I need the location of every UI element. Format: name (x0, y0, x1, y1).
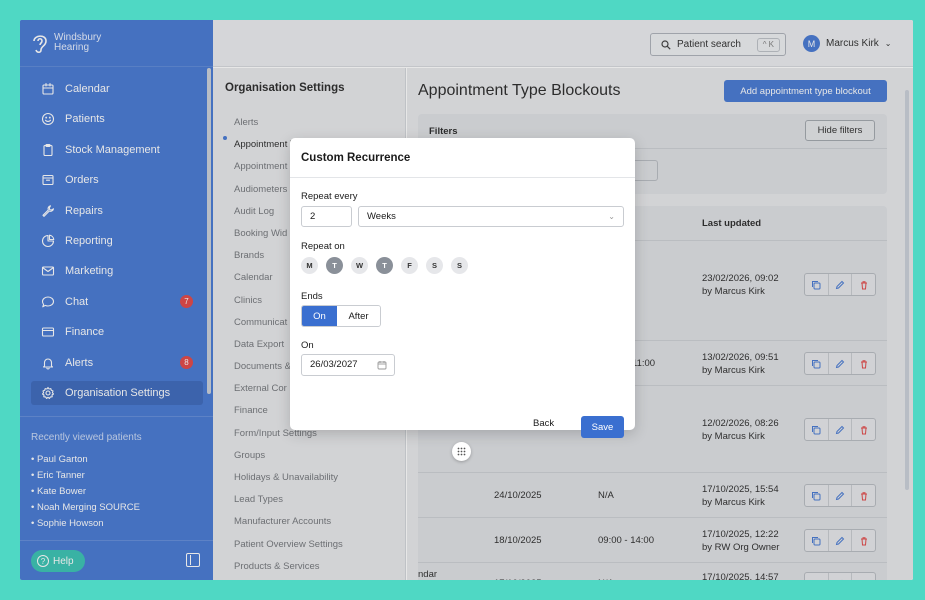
repeat-unit-value: Weeks (367, 211, 396, 222)
repeat-unit-select[interactable]: Weeks ⌄ (358, 206, 624, 227)
weekday-picker: MTWTFSS (301, 257, 476, 274)
divider (290, 177, 635, 178)
weekday-toggle[interactable]: S (426, 257, 443, 274)
chevron-down-icon: ⌄ (608, 212, 615, 221)
dialog-title: Custom Recurrence (301, 152, 411, 164)
custom-recurrence-dialog: Custom Recurrence Repeat every 2 Weeks ⌄… (290, 138, 635, 438)
on-date-label: On (301, 340, 314, 351)
weekday-toggle[interactable]: W (351, 257, 368, 274)
repeat-every-input[interactable]: 2 (301, 206, 352, 227)
weekday-toggle[interactable]: F (401, 257, 418, 274)
weekday-toggle[interactable]: M (301, 257, 318, 274)
weekday-toggle[interactable]: T (376, 257, 393, 274)
weekday-toggle[interactable]: T (326, 257, 343, 274)
ends-after-option[interactable]: After (337, 306, 380, 326)
calendar-icon (377, 361, 387, 370)
back-button[interactable]: Back (533, 418, 554, 429)
app-window: Windsbury Hearing Calendar Patients Stock … (20, 20, 913, 580)
save-button[interactable]: Save (581, 416, 624, 438)
end-date-value: 26/03/2027 (310, 359, 358, 370)
repeat-on-label: Repeat on (301, 241, 345, 252)
drag-handle-icon[interactable] (452, 442, 471, 461)
ends-on-option[interactable]: On (302, 306, 337, 326)
end-date-input[interactable]: 26/03/2027 (301, 354, 395, 376)
ends-toggle: On After (301, 305, 381, 327)
repeat-every-label: Repeat every (301, 191, 358, 202)
ends-label: Ends (301, 291, 323, 302)
weekday-toggle[interactable]: S (451, 257, 468, 274)
